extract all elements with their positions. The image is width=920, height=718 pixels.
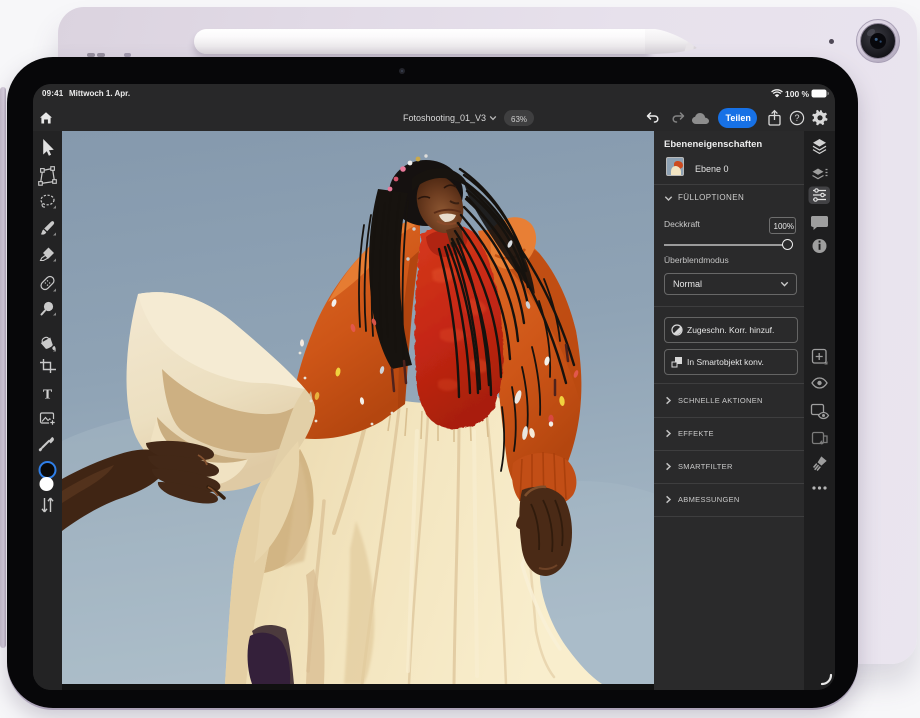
svg-text:?: ? — [794, 113, 799, 123]
svg-text:T: T — [43, 388, 53, 403]
